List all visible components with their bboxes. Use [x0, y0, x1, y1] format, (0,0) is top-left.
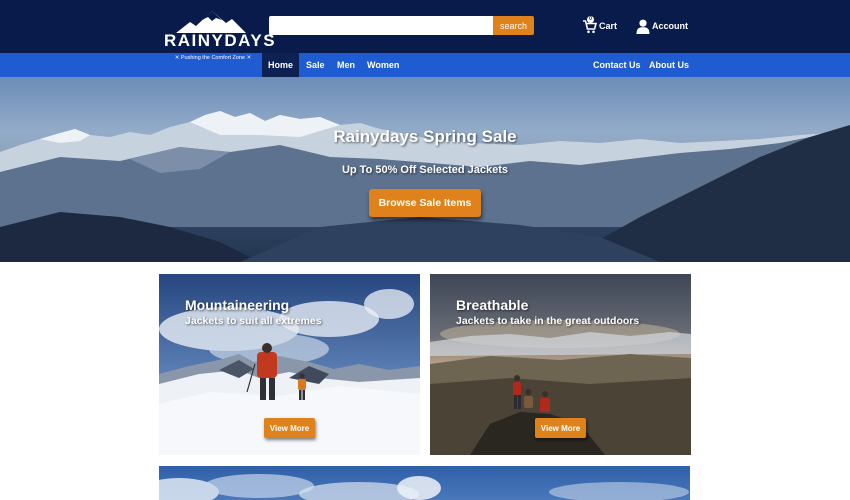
search-input[interactable]: [269, 16, 494, 35]
cart-link[interactable]: 0 Cart: [582, 15, 618, 36]
account-label: Account: [652, 21, 688, 31]
card-title: Mountaineering: [185, 297, 290, 313]
nav-about-us[interactable]: About Us: [649, 53, 689, 77]
logo[interactable]: RAINYDAYS: [164, 11, 277, 51]
cart-label: Cart: [599, 21, 618, 31]
card-subtitle: Jackets to suit all extremes: [185, 315, 322, 327]
nav-women[interactable]: Women: [367, 53, 399, 77]
card-mountaineering[interactable]: Mountaineering Jackets to suit all extre…: [159, 274, 420, 455]
nav-contact-us[interactable]: Contact Us: [593, 53, 641, 77]
shopping-cart-icon: 0: [582, 15, 598, 34]
card-subtitle: Jackets to take in the great outdoors: [456, 315, 640, 327]
nav-sale[interactable]: Sale: [306, 53, 325, 77]
user-icon: [636, 19, 650, 34]
nav-home[interactable]: Home: [262, 53, 299, 77]
browse-sale-items-button[interactable]: Browse Sale Items: [369, 189, 481, 217]
logo-text: RAINYDAYS: [164, 31, 277, 50]
card-breathable[interactable]: Breathable Jackets to take in the great …: [430, 274, 691, 455]
hero-title: Rainydays Spring Sale: [333, 127, 517, 146]
hero-banner: Rainydays Spring Sale Up To 50% Off Sele…: [0, 77, 850, 262]
nav-men[interactable]: Men: [337, 53, 355, 77]
search-button[interactable]: search: [493, 16, 534, 35]
view-more-button[interactable]: View More: [264, 418, 315, 438]
main-nav: ✕ Pushing the Comfort Zone ✕ Home Sale M…: [0, 53, 850, 77]
sky-clouds-image: [159, 474, 689, 500]
card-partial[interactable]: [159, 466, 690, 500]
mountain-logo-icon: [176, 11, 246, 33]
view-more-button[interactable]: View More: [535, 418, 586, 438]
hero-subtitle: Up To 50% Off Selected Jackets: [341, 164, 509, 176]
cart-count-badge: 0: [587, 15, 594, 23]
tagline: ✕ Pushing the Comfort Zone ✕: [174, 55, 252, 61]
top-header: RAINYDAYS search 0 Cart Account: [0, 0, 850, 53]
card-title: Breathable: [456, 297, 529, 313]
account-link[interactable]: Account: [636, 15, 688, 37]
